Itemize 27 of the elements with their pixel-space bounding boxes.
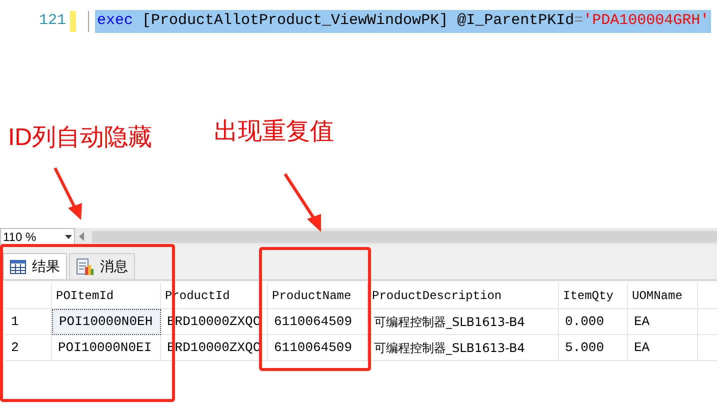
horizontal-scrollbar[interactable] [92, 230, 717, 242]
change-marker [70, 11, 76, 32]
row-number: 2 [5, 334, 52, 360]
column-header[interactable]: ProductDescription [368, 282, 559, 308]
results-tab[interactable]: 消息 [69, 253, 135, 279]
table-icon [10, 260, 26, 274]
table-cell: 6110064509 [268, 308, 368, 334]
annotation-text: 出现重复值 [214, 117, 334, 147]
annotation-text: ID列自动隐藏 [8, 123, 152, 153]
column-header[interactable]: ItemQty [559, 282, 628, 308]
table-cell: 可编程控制器_SLB1613-B4 [368, 334, 559, 360]
zoom-dropdown[interactable]: 110 % [0, 228, 75, 245]
document-icon [76, 258, 94, 276]
scroll-left-icon[interactable] [79, 232, 84, 241]
column-header[interactable]: UOMName [628, 282, 698, 308]
column-header[interactable]: ProductName [268, 282, 368, 308]
table-cell: EA [628, 308, 698, 334]
table-cell: POI10000N0EI [52, 334, 161, 360]
table-cell: POI10000N0EH [52, 308, 161, 334]
table-cell: 6110064509 [268, 334, 368, 360]
line-number: 121 [38, 11, 66, 32]
table-cell: 5.000 [559, 334, 628, 360]
table-cell: 可编程控制器_SLB1613-B4 [368, 308, 559, 334]
dropdown-arrow-icon [65, 234, 72, 238]
table-cell: EA [628, 334, 698, 360]
table-cell: 0.000 [559, 308, 628, 334]
results-tab[interactable]: 结果 [3, 253, 67, 279]
